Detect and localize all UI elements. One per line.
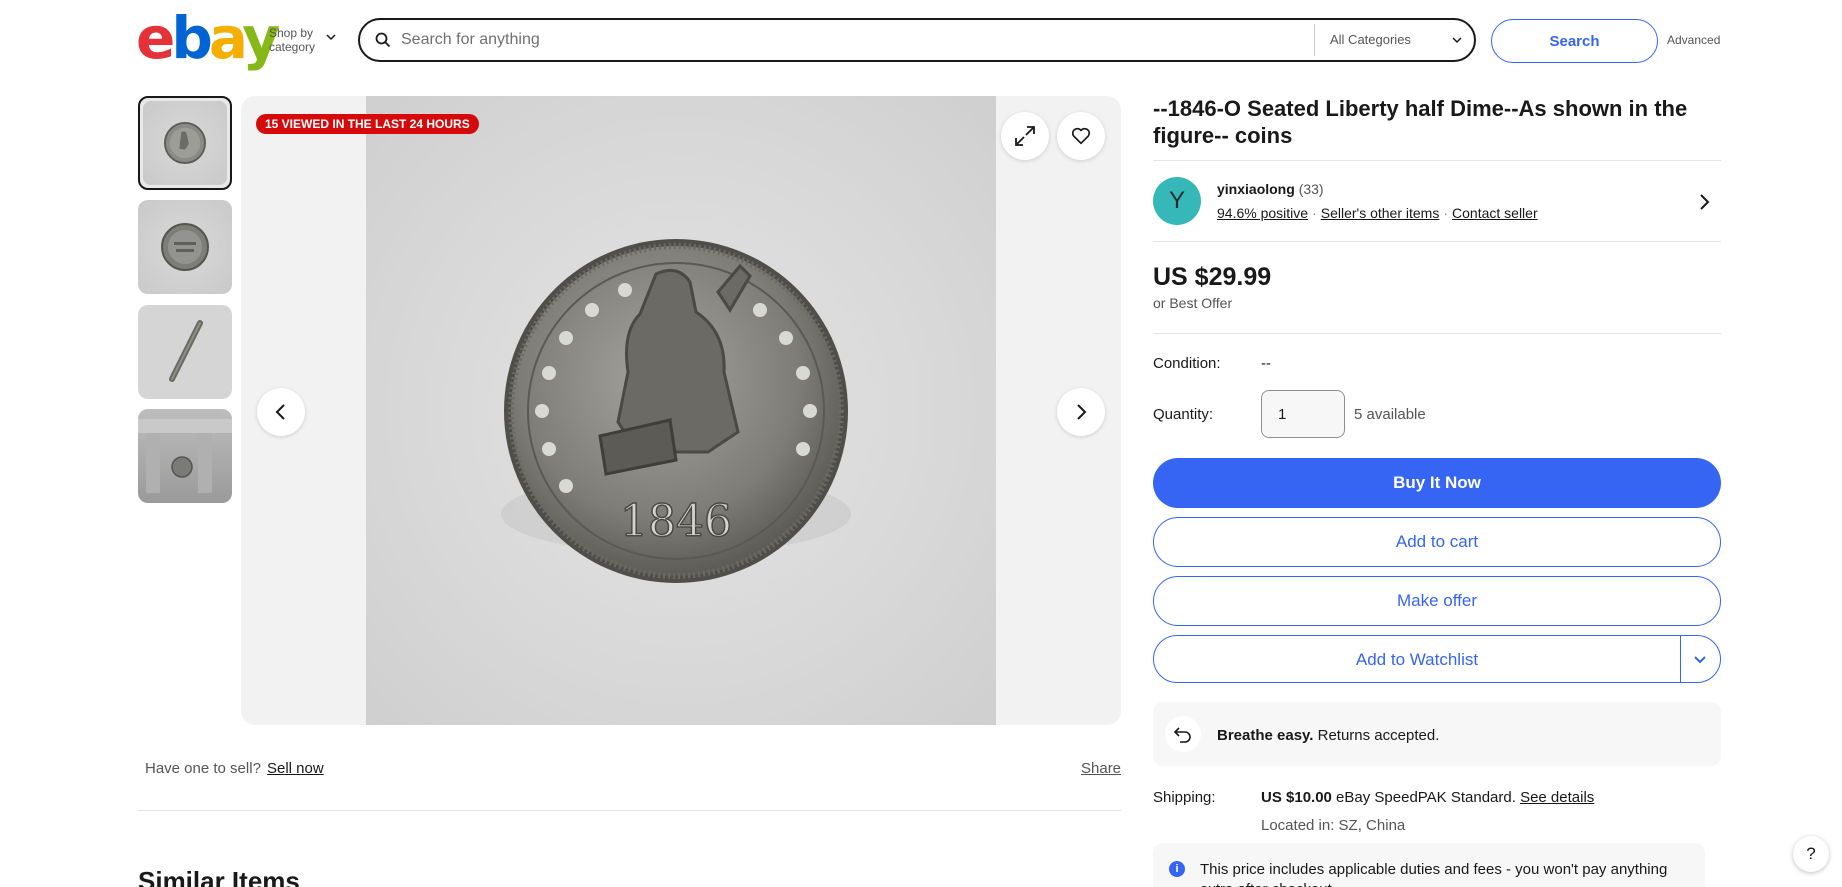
chevron-left-icon (275, 404, 285, 420)
expand-icon (1015, 126, 1035, 146)
divider (1153, 241, 1721, 242)
returns-text: Breathe easy. Returns accepted. (1217, 727, 1440, 744)
search-icon (375, 32, 391, 48)
chevron-right-icon[interactable] (1698, 193, 1710, 211)
help-button[interactable]: ? (1793, 836, 1829, 872)
listing-title: --1846-O Seated Liberty half Dime--As sh… (1153, 96, 1688, 148)
quantity-input[interactable]: 1 (1261, 390, 1345, 438)
have-one-to-sell-text: Have one to sell? (145, 760, 261, 777)
shop-by-category-button[interactable]: Shop by category (269, 26, 315, 54)
price: US $29.99 (1153, 263, 1272, 291)
seller-positive-link[interactable]: 94.6% positive (1217, 205, 1308, 221)
add-to-watchlist-label[interactable]: Add to Watchlist (1153, 650, 1681, 670)
best-offer-text: or Best Offer (1153, 295, 1233, 311)
condition-value: -- (1261, 355, 1271, 372)
expand-button[interactable] (1001, 112, 1049, 160)
chevron-right-icon (1077, 404, 1087, 420)
coin-image: 1846 (501, 239, 851, 583)
sell-now-link[interactable]: Sell now (267, 760, 324, 777)
viewed-badge: 15 VIEWED IN THE LAST 24 HOURS (256, 114, 479, 134)
buy-it-now-button[interactable]: Buy It Now (1153, 458, 1721, 508)
available-count: 5 available (1354, 406, 1426, 423)
favorite-button[interactable] (1057, 112, 1105, 160)
search-input[interactable] (401, 24, 1301, 56)
coin-obverse-thumbnail (164, 122, 206, 164)
heart-icon (1071, 127, 1091, 145)
thumbnail-1[interactable] (138, 96, 232, 190)
divider (138, 810, 1121, 811)
coin-year: 1846 (620, 496, 732, 547)
watchlist-divider (1680, 636, 1681, 682)
chevron-down-icon[interactable] (1693, 655, 1707, 665)
coin-edge-thumbnail (169, 320, 203, 382)
seller-other-items-link[interactable]: Seller's other items (1321, 205, 1440, 221)
next-image-button[interactable] (1057, 388, 1105, 436)
previous-image-button[interactable] (257, 388, 305, 436)
ebay-logo[interactable]: ebay (136, 9, 280, 67)
condition-label: Condition: (1153, 355, 1221, 372)
advanced-search-link[interactable]: Advanced (1667, 33, 1720, 47)
thumbnail-3[interactable] (138, 305, 232, 399)
category-select[interactable]: All Categories (1330, 32, 1411, 47)
chevron-down-icon (1452, 37, 1462, 44)
add-to-cart-button[interactable]: Add to cart (1153, 517, 1721, 567)
returns-icon (1165, 716, 1201, 752)
chevron-down-icon (326, 34, 336, 41)
main-product-image[interactable]: 1846 (366, 96, 996, 725)
duties-notice-text: This price includes applicable duties an… (1200, 861, 1668, 887)
quantity-label: Quantity: (1153, 406, 1214, 423)
divider (1153, 160, 1721, 161)
shipping-details: US $10.00 eBay SpeedPAK Standard. See de… (1261, 789, 1595, 806)
shipping-label: Shipping: (1153, 789, 1216, 806)
item-location: Located in: SZ, China (1261, 817, 1406, 834)
make-offer-button[interactable]: Make offer (1153, 576, 1721, 626)
share-link[interactable]: Share (1081, 760, 1121, 777)
search-button[interactable]: Search (1491, 19, 1658, 63)
see-details-link[interactable]: See details (1520, 789, 1594, 806)
coin-reverse-thumbnail (161, 223, 209, 271)
thumbnail-2[interactable] (138, 200, 232, 294)
info-icon: i (1169, 861, 1185, 877)
search-divider (1314, 24, 1315, 56)
seller-feedback-count: (33) (1298, 181, 1324, 197)
coin-caliper-thumbnail (138, 419, 232, 493)
thumbnail-4[interactable] (138, 409, 232, 503)
contact-seller-link[interactable]: Contact seller (1452, 205, 1538, 221)
divider (1153, 333, 1721, 334)
seller-avatar[interactable]: Y (1153, 177, 1201, 225)
seller-name[interactable]: yinxiaolong (33) (1217, 181, 1324, 197)
similar-items-heading: Similar Items (138, 866, 300, 887)
seller-links: 94.6% positive · Seller's other items · Cont… (1217, 205, 1538, 221)
